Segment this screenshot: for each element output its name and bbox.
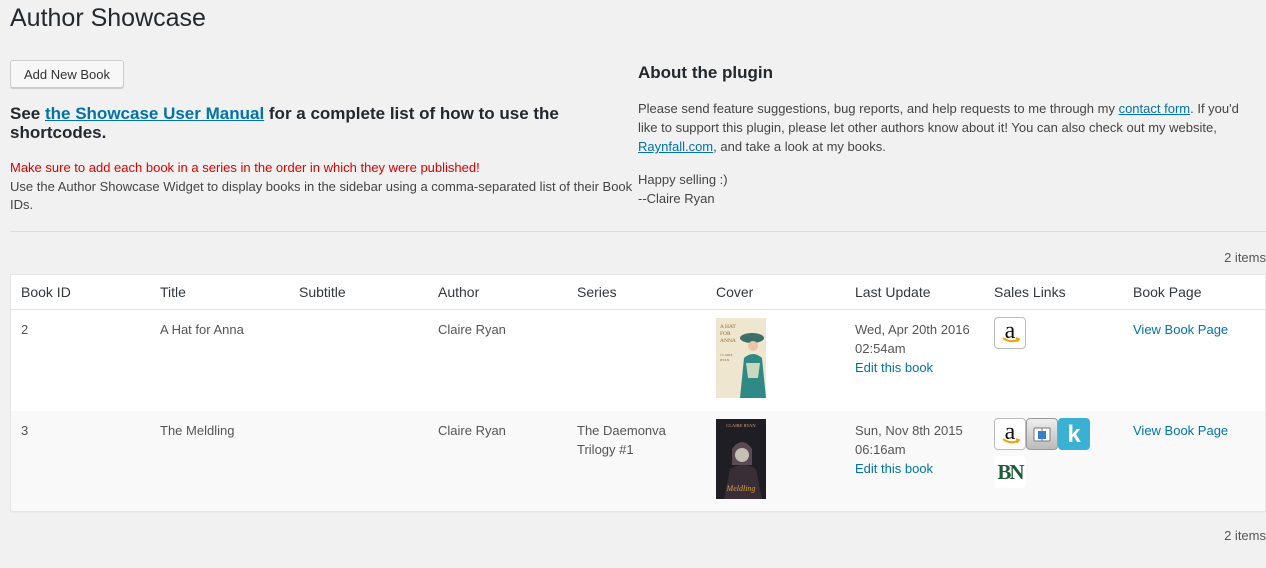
column-header-title[interactable]: Title xyxy=(150,275,289,309)
book-author: Claire Ryan xyxy=(438,423,506,438)
signature: --Claire Ryan xyxy=(638,191,715,206)
svg-text:FOR: FOR xyxy=(720,331,731,337)
last-update-time: 06:16am xyxy=(855,442,906,457)
section-divider xyxy=(10,231,1266,232)
user-manual-link[interactable]: the Showcase User Manual xyxy=(45,104,264,123)
page-title: Author Showcase xyxy=(10,4,206,32)
view-book-page-link[interactable]: View Book Page xyxy=(1133,423,1228,438)
book-page-cell: View Book Page xyxy=(1123,411,1262,511)
column-header-author[interactable]: Author xyxy=(428,275,567,309)
books-table: Book ID Title Subtitle Author Series Cov… xyxy=(10,274,1266,512)
table-row: 3 The Meldling Claire Ryan The Daemonva … xyxy=(11,411,1265,511)
sales-links-cell: a xyxy=(984,310,1123,411)
about-text-1: Please send feature suggestions, bug rep… xyxy=(638,101,1119,116)
book-author: Claire Ryan xyxy=(438,322,506,337)
last-update-date: Sun, Nov 8th 2015 xyxy=(855,423,963,438)
book-subtitle xyxy=(289,411,428,511)
edit-book-link[interactable]: Edit this book xyxy=(855,360,933,375)
barnes-noble-icon[interactable]: BN xyxy=(994,456,1026,488)
about-plugin-heading: About the plugin xyxy=(638,63,774,82)
column-header-sales-links: Sales Links xyxy=(994,284,1066,300)
book-cover-cell: CLAIRE RYAN Meldling xyxy=(706,411,845,511)
table-header: Book ID Title Subtitle Author Series Cov… xyxy=(11,275,1265,310)
signoff: Happy selling :) --Claire Ryan xyxy=(638,170,728,208)
sales-links-cell: a k BN xyxy=(984,411,1123,511)
amazon-icon[interactable]: a xyxy=(994,418,1026,450)
book-cover-image: A HAT FOR ANNA CLAIRE RYAN xyxy=(716,318,766,398)
manual-prefix: See xyxy=(10,104,45,123)
column-header-subtitle[interactable]: Subtitle xyxy=(289,275,428,309)
svg-text:RYAN: RYAN xyxy=(720,358,730,362)
series-order-warning: Make sure to add each book in a series i… xyxy=(10,160,480,175)
column-header-book-page: Book Page xyxy=(1133,284,1202,300)
book-id: 2 xyxy=(21,322,29,337)
edit-book-link[interactable]: Edit this book xyxy=(855,461,933,476)
last-update-cell: Sun, Nov 8th 2015 06:16am Edit this book xyxy=(845,411,984,511)
items-count-bottom: 2 items xyxy=(1224,528,1266,543)
book-series xyxy=(567,310,706,411)
book-cover-image: CLAIRE RYAN Meldling xyxy=(716,419,766,499)
happy-selling-text: Happy selling :) xyxy=(638,172,728,187)
about-text-3: , and take a look at my books. xyxy=(713,139,886,154)
book-cover-cell: A HAT FOR ANNA CLAIRE RYAN xyxy=(706,310,845,411)
last-update-time: 02:54am xyxy=(855,341,906,356)
widget-note: Use the Author Showcase Widget to displa… xyxy=(10,179,633,212)
book-subtitle xyxy=(289,310,428,411)
svg-text:A HAT: A HAT xyxy=(720,324,736,330)
ibooks-icon[interactable] xyxy=(1026,418,1058,450)
last-update-date: Wed, Apr 20th 2016 xyxy=(855,322,970,337)
column-header-series[interactable]: Series xyxy=(567,275,706,309)
last-update-cell: Wed, Apr 20th 2016 02:54am Edit this boo… xyxy=(845,310,984,411)
column-header-last-update[interactable]: Last Update xyxy=(845,275,984,309)
amazon-icon[interactable]: a xyxy=(994,317,1026,349)
book-page-cell: View Book Page xyxy=(1123,310,1262,411)
svg-text:Meldling: Meldling xyxy=(726,484,756,493)
table-row: 2 A Hat for Anna Claire Ryan A HAT FOR A… xyxy=(11,310,1265,411)
svg-text:CLAIRE RYAN: CLAIRE RYAN xyxy=(726,423,756,428)
book-title: The Meldling xyxy=(160,423,235,438)
column-header-book-id[interactable]: Book ID xyxy=(11,275,150,309)
svg-text:CLAIRE: CLAIRE xyxy=(720,353,733,357)
svg-text:ANNA: ANNA xyxy=(720,338,736,344)
view-book-page-link[interactable]: View Book Page xyxy=(1133,322,1228,337)
contact-form-link[interactable]: contact form xyxy=(1119,101,1191,116)
website-link[interactable]: Raynfall.com xyxy=(638,139,713,154)
column-header-cover: Cover xyxy=(716,284,754,300)
about-plugin-text: Please send feature suggestions, bug rep… xyxy=(638,99,1248,156)
book-title: A Hat for Anna xyxy=(160,322,244,337)
items-count-top: 2 items xyxy=(1224,250,1266,265)
kobo-icon[interactable]: k xyxy=(1058,418,1090,450)
manual-instructions: See the Showcase User Manual for a compl… xyxy=(10,104,610,142)
book-id: 3 xyxy=(21,423,29,438)
add-new-book-button[interactable]: Add New Book xyxy=(10,60,124,88)
book-series: The Daemonva Trilogy #1 xyxy=(577,423,666,457)
